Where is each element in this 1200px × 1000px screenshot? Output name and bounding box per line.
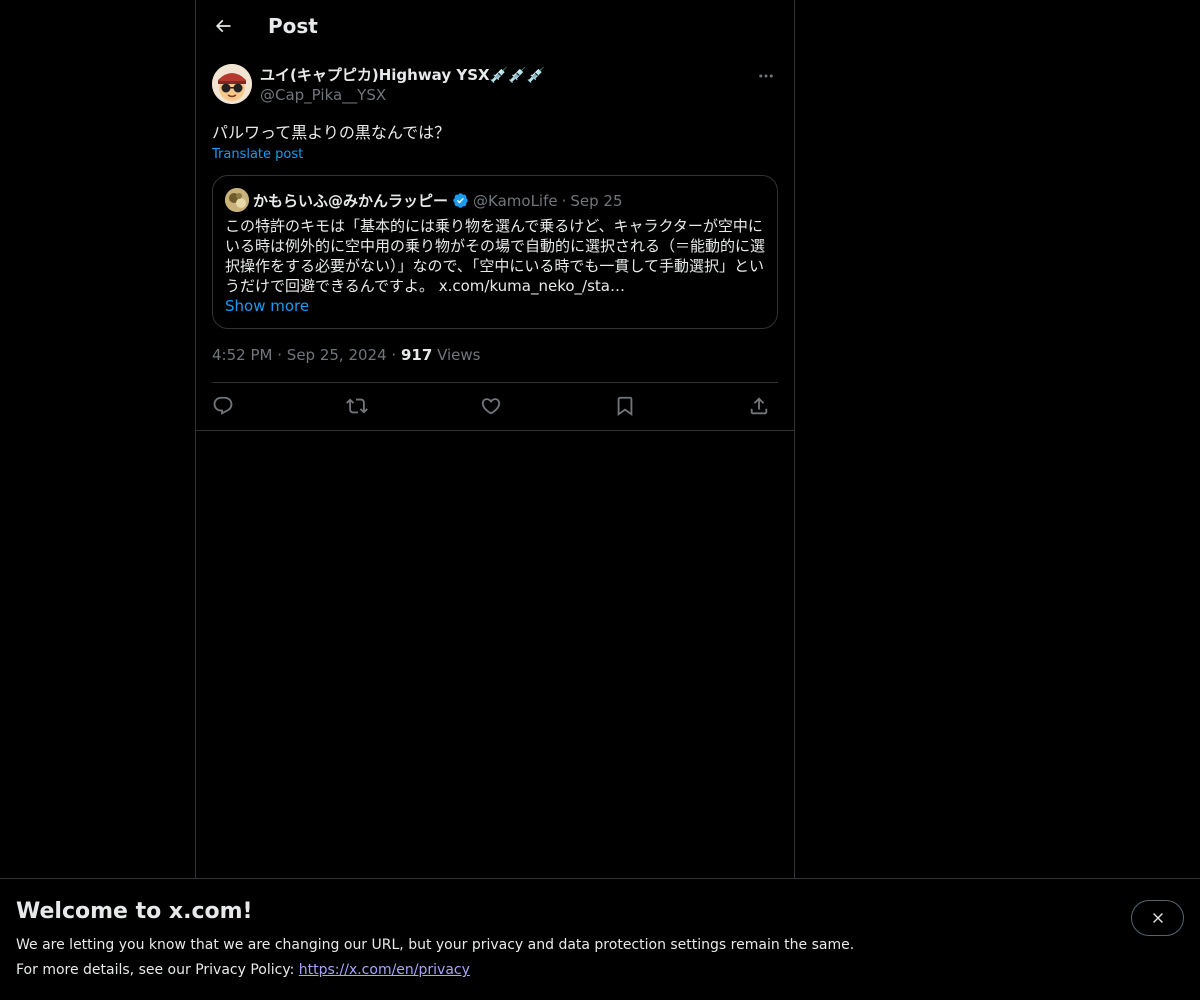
quote-header: かもらいふ@みかんラッピー @KamoLife · Sep 25 (253, 190, 623, 211)
views-label: Views (437, 346, 481, 364)
reply-icon (213, 396, 233, 415)
author-handle[interactable]: @Cap_Pika__YSX (260, 86, 386, 104)
quote-date: Sep 25 (570, 191, 623, 210)
separator-dot: · (391, 346, 397, 364)
translate-post-link[interactable]: Translate post (212, 147, 303, 162)
separator-dot: · (277, 346, 283, 364)
post-time[interactable]: 4:52 PM (212, 346, 272, 364)
divider (196, 430, 794, 431)
show-more-link[interactable]: Show more (225, 297, 309, 315)
post-author: ユイ(キャプピカ)Highway YSX💉💉💉 @Cap_Pika__YSX (212, 64, 778, 108)
main-column: Post ユイ(キャプピカ)Highway YSX💉💉💉 @Cap_Pika__… (195, 0, 795, 878)
banner-message: We are letting you know that we are chan… (16, 937, 855, 953)
reply-button[interactable] (210, 393, 236, 419)
banner-privacy-line: For more details, see our Privacy Policy… (16, 962, 470, 978)
quote-text: この特許のキモは「基本的には乗り物を選んで乗るけど、キャラクターが空中にいる時は… (225, 217, 766, 295)
share-icon (750, 397, 768, 415)
banner-title: Welcome to x.com! (16, 899, 253, 924)
arrow-left-icon (215, 19, 231, 33)
like-icon (481, 398, 501, 415)
like-button[interactable] (478, 393, 504, 419)
page-title: Post (268, 14, 318, 38)
post-date[interactable]: Sep 25, 2024 (287, 346, 387, 364)
privacy-policy-link[interactable]: https://x.com/en/privacy (299, 962, 470, 978)
close-icon (1152, 913, 1163, 923)
separator-dot: · (561, 191, 567, 210)
quote-author-handle: @KamoLife (473, 191, 558, 210)
back-button[interactable] (204, 7, 242, 45)
author-name[interactable]: ユイ(キャプピカ)Highway YSX💉💉💉 (260, 64, 546, 85)
share-button[interactable] (746, 393, 772, 419)
banner-privacy-prefix: For more details, see our Privacy Policy… (16, 962, 299, 978)
repost-icon (346, 398, 368, 414)
more-options-button[interactable] (754, 64, 778, 88)
repost-button[interactable] (344, 393, 370, 419)
bookmark-icon (617, 396, 633, 417)
quoted-post[interactable]: かもらいふ@みかんラッピー @KamoLife · Sep 25 この特許のキモ… (212, 175, 778, 329)
quote-author-name: かもらいふ@みかんラッピー (253, 192, 449, 210)
post-meta: 4:52 PM · Sep 25, 2024 · 917 Views (212, 346, 481, 364)
avatar[interactable] (212, 64, 252, 104)
post-text: パルワって黒よりの黒なんでは？ (212, 123, 451, 142)
action-bar (212, 383, 778, 429)
bookmark-button[interactable] (612, 393, 638, 419)
quote-avatar (225, 188, 249, 212)
more-icon (759, 74, 773, 78)
header: Post (196, 0, 794, 54)
verified-badge-icon (453, 193, 468, 208)
welcome-banner: Welcome to x.com! We are letting you kno… (0, 878, 1200, 1000)
views-count: 917 (400, 346, 433, 364)
close-banner-button[interactable] (1131, 900, 1184, 936)
